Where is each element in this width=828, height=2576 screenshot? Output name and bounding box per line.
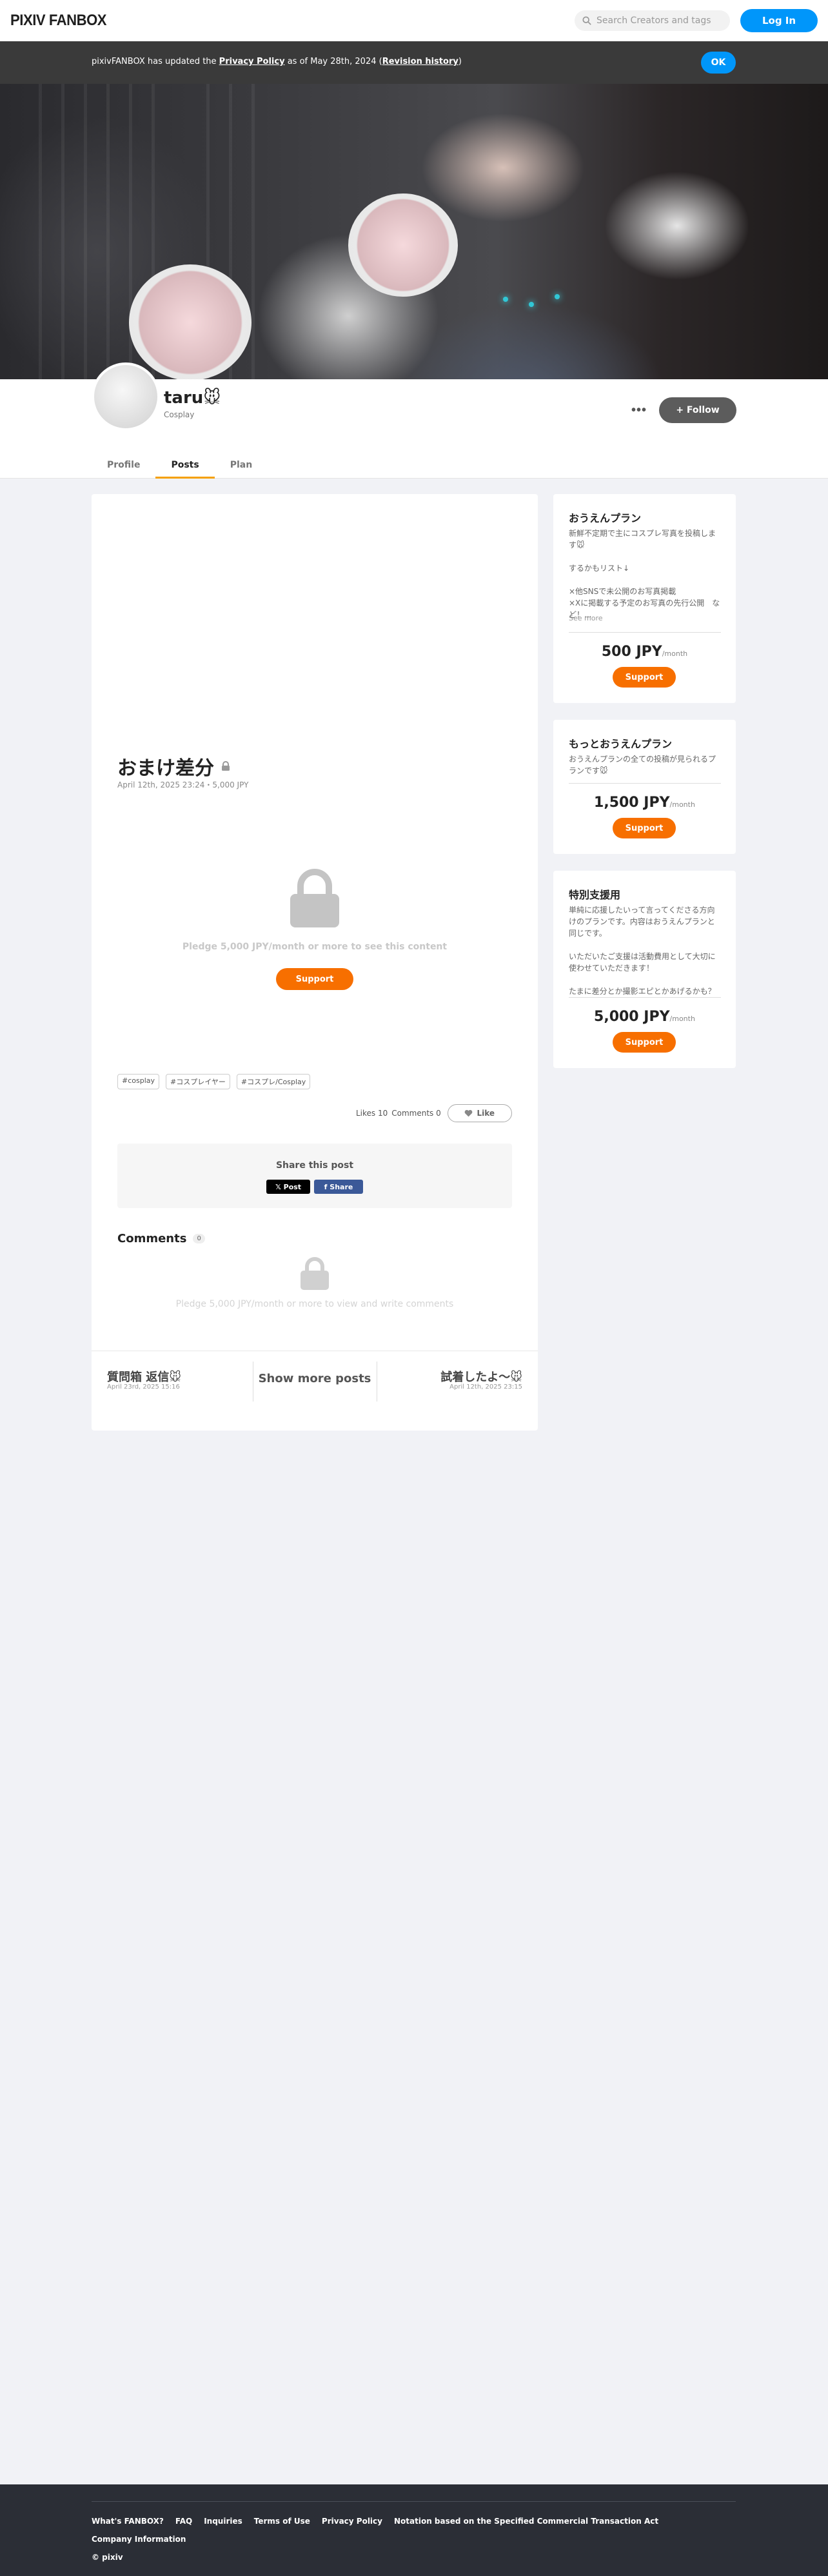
follow-button[interactable]: + Follow: [659, 397, 736, 423]
creator-tabs: Profile Posts Plan: [92, 451, 268, 479]
footer-link-faq[interactable]: FAQ: [175, 2517, 192, 2526]
share-section: Share this post 𝕏 Post f Share: [117, 1144, 512, 1208]
plan-card-special: 特別支援用 単純に応援したいって言ってくださる方向けのプランです。内容はおうえん…: [553, 871, 736, 1068]
post-title-text: おまけ差分: [117, 757, 214, 780]
support-button[interactable]: Support: [276, 968, 353, 990]
next-post-title[interactable]: 試着したよ〜🐭: [440, 1368, 522, 1385]
plan-price: 500 JPY/month: [601, 644, 688, 660]
post-card: おまけ差分 April 12th, 2025 23:24・5,000 JPY P…: [92, 494, 538, 1431]
comments-count-text: Comments 0: [391, 1109, 441, 1118]
search-box[interactable]: [575, 10, 730, 31]
creator-avatar[interactable]: [92, 362, 160, 431]
tag-cosplay-jp[interactable]: #コスプレ/Cosplay: [236, 1074, 311, 1089]
plan-name: もっとおうえんプラン: [569, 738, 673, 750]
more-options-button[interactable]: •••: [629, 400, 649, 421]
footer-links: What's FANBOX? FAQ Inquiries Terms of Us…: [92, 2517, 658, 2526]
comments-heading: Comments 0: [117, 1232, 205, 1245]
lock-icon: [222, 761, 230, 771]
footer-copyright: © pixiv: [92, 2553, 123, 2562]
plan-price: 5,000 JPY/month: [594, 1009, 695, 1025]
next-post-date: April 12th, 2025 23:15: [449, 1383, 522, 1391]
plan-support-button[interactable]: Support: [613, 818, 676, 838]
plan-name: おうえんプラン: [569, 512, 642, 524]
plan-support-button[interactable]: Support: [613, 667, 676, 688]
tab-plan[interactable]: Plan: [215, 451, 268, 479]
likes-count: Likes 10: [356, 1109, 388, 1118]
cover-image: [0, 84, 828, 379]
site-header: PIXIV FANBOX Log In: [0, 0, 828, 41]
post-tags: #cosplay #コスプレイヤー #コスプレ/Cosplay: [117, 1074, 311, 1089]
tag-cosplay[interactable]: #cosplay: [117, 1074, 160, 1089]
comments-pledge-message: Pledge 5,000 JPY/month or more to view a…: [175, 1299, 454, 1309]
show-more-posts-link[interactable]: Show more posts: [250, 1372, 379, 1385]
post-title: おまけ差分: [117, 752, 231, 780]
tag-cosplayer[interactable]: #コスプレイヤー: [166, 1074, 230, 1089]
plan-card-ouen: おうえんプラン 新鮮不定期で主にコスプレ写真を投稿します🐭 するかもリスト↓ ×…: [553, 494, 736, 703]
fanbox-logo[interactable]: PIXIV FANBOX: [10, 12, 107, 30]
heart-icon: [465, 1109, 473, 1117]
comments-count-badge: 0: [193, 1234, 205, 1243]
comments-lock-icon: [301, 1257, 329, 1290]
search-input[interactable]: [596, 15, 725, 26]
share-title: Share this post: [275, 1160, 354, 1171]
plan-support-button[interactable]: Support: [613, 1032, 676, 1053]
plan-name: 特別支援用: [569, 889, 621, 901]
footer-link-privacy[interactable]: Privacy Policy: [322, 2517, 382, 2526]
plan-description: 新鮮不定期で主にコスプレ写真を投稿します🐭 するかもリスト↓ ×他SNSで未公開…: [569, 529, 720, 619]
login-button[interactable]: Log In: [740, 9, 818, 32]
share-x-button[interactable]: 𝕏 Post: [266, 1180, 310, 1194]
see-more-link[interactable]: See more: [569, 614, 603, 622]
tab-posts[interactable]: Posts: [155, 451, 215, 479]
creator-name[interactable]: taru🐭: [164, 388, 221, 408]
footer-link-company[interactable]: Company Information: [92, 2535, 186, 2544]
site-footer: What's FANBOX? FAQ Inquiries Terms of Us…: [0, 2484, 828, 2576]
notice-text: pixivFANBOX has updated the Privacy Poli…: [92, 57, 462, 66]
revision-history-link[interactable]: Revision history: [382, 57, 458, 66]
post-meta: April 12th, 2025 23:24・5,000 JPY: [117, 780, 249, 789]
privacy-notice-banner: pixivFANBOX has updated the Privacy Poli…: [0, 41, 828, 84]
pledge-message: Pledge 5,000 JPY/month or more to see th…: [182, 942, 448, 952]
like-label: Like: [477, 1109, 495, 1118]
plan-card-motto-ouen: もっとおうえんプラン おうえんプランの全ての投稿が見られるプランです🐭 1,50…: [553, 720, 736, 854]
search-icon: [582, 16, 591, 25]
tab-profile[interactable]: Profile: [92, 451, 155, 479]
privacy-policy-link[interactable]: Privacy Policy: [219, 57, 285, 66]
plan-description: 単純に応援したいって言ってくださる方向けのプランです。内容はおうえんプランと同じ…: [569, 906, 716, 996]
notice-ok-button[interactable]: OK: [701, 52, 736, 74]
comments-heading-text: Comments: [117, 1232, 187, 1245]
post-navigation: 質問箱 返信🐭 April 23rd, 2025 15:16 Show more…: [92, 1351, 538, 1431]
locked-content-icon: [290, 869, 339, 927]
share-facebook-button[interactable]: f Share: [314, 1180, 363, 1194]
prev-post-date: April 23rd, 2025 15:16: [107, 1383, 180, 1391]
creator-category: Cosplay: [164, 410, 195, 419]
post-stats: Likes 10 Comments 0 Like: [356, 1104, 512, 1122]
plan-price: 1,500 JPY/month: [594, 795, 695, 811]
footer-link-whats-fanbox[interactable]: What's FANBOX?: [92, 2517, 164, 2526]
prev-post-title[interactable]: 質問箱 返信🐭: [107, 1368, 181, 1385]
plan-description: おうえんプランの全ての投稿が見られるプランです🐭: [569, 755, 716, 775]
footer-link-terms[interactable]: Terms of Use: [254, 2517, 310, 2526]
footer-link-commercial-notation[interactable]: Notation based on the Specified Commerci…: [394, 2517, 658, 2526]
footer-link-inquiries[interactable]: Inquiries: [204, 2517, 242, 2526]
like-button[interactable]: Like: [447, 1104, 512, 1122]
